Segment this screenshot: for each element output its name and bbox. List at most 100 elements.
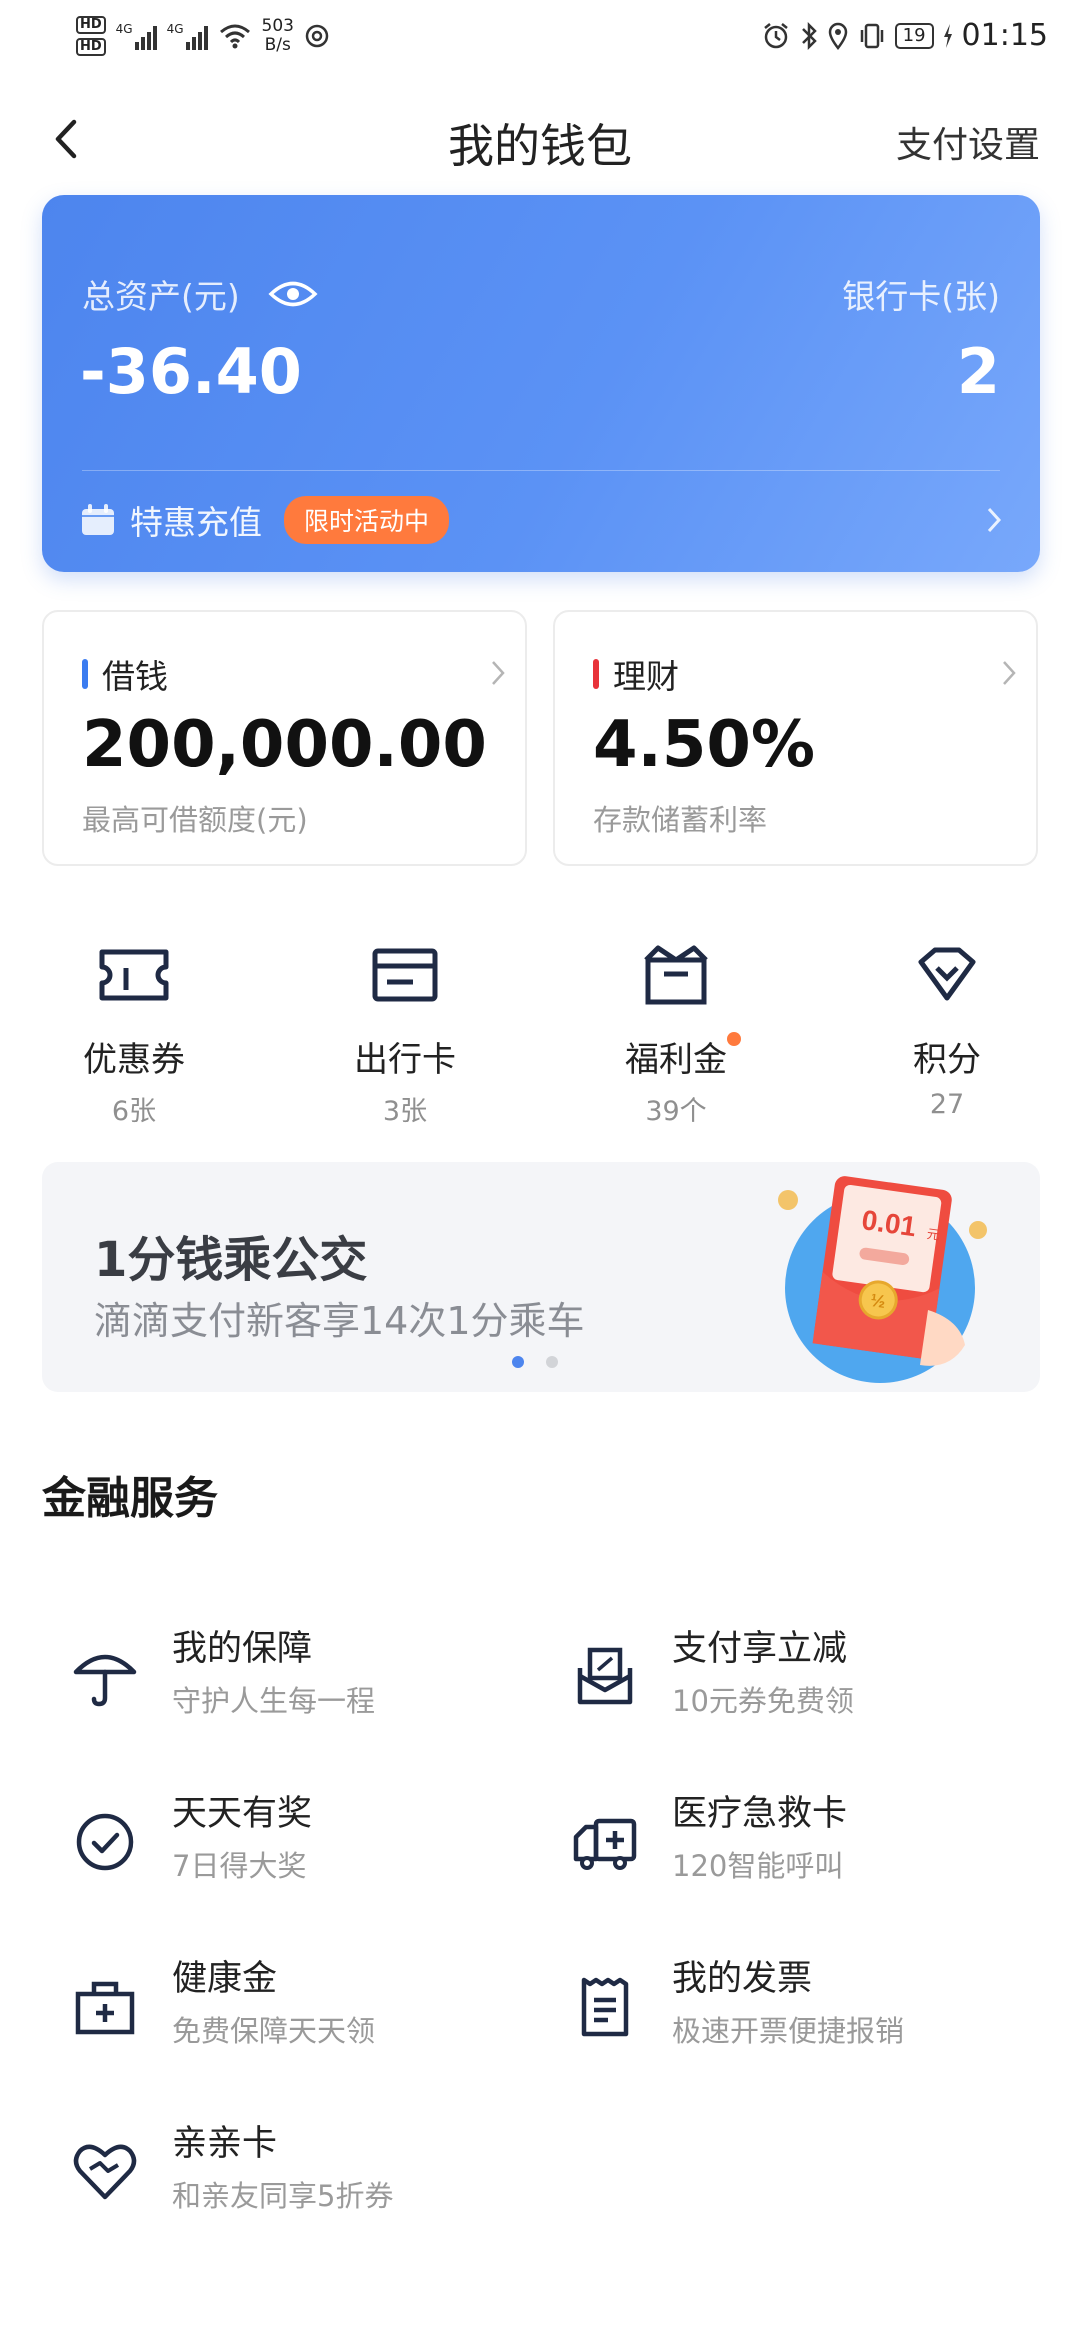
- signal-icon-1: 4G: [116, 22, 157, 50]
- bluetooth-icon: [801, 21, 817, 50]
- service-title: 亲亲卡: [172, 2124, 278, 2164]
- service-title: 我的发票: [672, 1959, 813, 1999]
- total-assets-value: -36.40: [80, 335, 302, 408]
- service-subtitle: 7日得大奖: [172, 1849, 307, 1883]
- signal-icon-2: 4G: [167, 22, 208, 50]
- vibrate-icon: [860, 23, 883, 48]
- envelope-discount-icon: [577, 1647, 633, 1705]
- points-label: 积分: [913, 1040, 981, 1080]
- status-left: HD HD 4G 4G 503 B/s: [76, 16, 332, 56]
- service-my-insurance[interactable]: 我的保障 守护人生每一程: [42, 1620, 522, 1740]
- service-family-card[interactable]: 亲亲卡 和亲友同享5折券: [42, 2115, 522, 2235]
- borrow-subtitle: 最高可借额度(元): [82, 803, 308, 837]
- service-title: 天天有奖: [172, 1794, 313, 1834]
- alarm-icon: [763, 22, 788, 48]
- borrow-tile-title: 借钱: [102, 657, 168, 696]
- signal-label-1: 4G: [115, 22, 133, 36]
- wealth-tile[interactable]: 理财 4.50% 存款储蓄利率: [553, 610, 1038, 866]
- hotspot-icon: [305, 24, 329, 48]
- coupons-label: 优惠券: [83, 1040, 185, 1080]
- quick-item-coupons[interactable]: 优惠券 6张: [34, 940, 234, 1128]
- check-circle-icon: [76, 1813, 134, 1871]
- financial-services-title: 金融服务: [42, 1473, 218, 1524]
- borrow-tile[interactable]: 借钱 200,000.00 最高可借额度(元): [42, 610, 527, 866]
- travel-card-label: 出行卡: [354, 1040, 456, 1080]
- wealth-subtitle: 存款储蓄利率: [593, 803, 768, 837]
- bank-card-label: 银行卡(张): [842, 277, 1000, 316]
- carousel-dots: [512, 1356, 558, 1368]
- carousel-dot[interactable]: [546, 1356, 558, 1368]
- service-title: 我的保障: [172, 1629, 313, 1669]
- borrow-amount: 200,000.00: [82, 708, 487, 782]
- pay-settings-link[interactable]: 支付设置: [896, 116, 1040, 168]
- service-subtitle: 极速开票便捷报销: [672, 2014, 905, 2048]
- wealth-tile-title: 理财: [613, 657, 679, 696]
- points-count: 27: [929, 1089, 965, 1120]
- clock: 01:15: [961, 18, 1048, 53]
- new-dot: [727, 1032, 741, 1046]
- borrow-tile-header: 借钱: [82, 650, 168, 698]
- asset-divider: [82, 470, 1000, 471]
- bank-card-count[interactable]: 2: [957, 335, 1000, 408]
- promo-recharge-row[interactable]: 特惠充值 限时活动中: [80, 495, 1004, 545]
- quick-entry-grid: 优惠券 6张 出行卡 3张 福利金 39个 积分 27: [0, 940, 1080, 1130]
- wealth-tile-header: 理财: [593, 650, 679, 698]
- hd-icon: HD HD: [76, 16, 106, 56]
- service-title: 健康金: [172, 1959, 278, 1999]
- quick-item-travel-card[interactable]: 出行卡 3张: [305, 940, 505, 1128]
- wealth-tile-accent: [593, 659, 599, 689]
- ambulance-icon: [573, 1818, 637, 1870]
- travel-card-count: 3张: [382, 1096, 428, 1127]
- asset-card[interactable]: 总资产(元) -36.40 银行卡(张) 2 特惠充值 限时活动中: [42, 195, 1040, 572]
- location-icon: [828, 22, 847, 50]
- net-speed-unit: B/s: [264, 35, 291, 55]
- net-speed: 503 B/s: [262, 17, 294, 55]
- welfare-count: 39个: [645, 1096, 707, 1127]
- service-health-fund[interactable]: 健康金 免费保障天天领: [42, 1950, 522, 2070]
- chevron-right-icon: [492, 661, 505, 685]
- promo-recharge-label: 特惠充值: [130, 503, 262, 542]
- chevron-right-icon: [1003, 661, 1016, 685]
- interest-rate: 4.50%: [593, 708, 816, 782]
- total-assets-label: 总资产(元): [82, 277, 240, 316]
- calendar-icon: [82, 504, 114, 535]
- medical-kit-icon: [75, 1981, 135, 2035]
- welfare-label-text: 福利金: [625, 1040, 727, 1080]
- gift-box-icon: [644, 945, 708, 1005]
- service-emergency-card[interactable]: 医疗急救卡 120智能呼叫: [542, 1785, 1022, 1905]
- service-pay-discount[interactable]: 支付享立减 10元券免费领: [542, 1620, 1022, 1740]
- service-title: 医疗急救卡: [672, 1794, 848, 1834]
- ticket-icon: [99, 949, 169, 1001]
- service-subtitle: 免费保障天天领: [172, 2014, 376, 2048]
- service-title: 支付享立减: [672, 1629, 848, 1669]
- banner-title: 1分钱乘公交: [94, 1232, 368, 1288]
- total-assets-label-row: 总资产(元): [82, 270, 318, 318]
- service-my-invoices[interactable]: 我的发票 极速开票便捷报销: [542, 1950, 1022, 2070]
- wifi-icon: [219, 24, 250, 49]
- promo-banner[interactable]: 1分钱乘公交 滴滴支付新客享14次1分乘车 0.01 元 ½: [42, 1162, 1040, 1392]
- nav-header: 我的钱包 支付设置: [0, 100, 1080, 180]
- charging-icon: [943, 23, 952, 48]
- battery-indicator: 19: [894, 22, 934, 49]
- diamond-icon: [918, 947, 976, 1001]
- envelope-unit-text: 元: [926, 1226, 941, 1243]
- service-subtitle: 10元券免费领: [672, 1684, 854, 1718]
- borrow-tile-accent: [82, 659, 88, 689]
- status-right: 19 01:15: [761, 18, 1048, 53]
- quick-item-welfare[interactable]: 福利金 39个: [576, 940, 776, 1128]
- quick-item-points[interactable]: 积分 27: [847, 940, 1047, 1120]
- limited-time-badge: 限时活动中: [284, 496, 450, 544]
- invoice-icon: [581, 1977, 629, 2037]
- signal-label-2: 4G: [166, 22, 184, 36]
- eye-icon[interactable]: [268, 277, 318, 311]
- red-envelope-illustration: 0.01 元 ½: [778, 1176, 987, 1383]
- service-daily-prize[interactable]: 天天有奖 7日得大奖: [42, 1785, 522, 1905]
- card-icon: [372, 948, 438, 1002]
- welfare-label: 福利金: [625, 1032, 741, 1081]
- service-subtitle: 120智能呼叫: [672, 1849, 844, 1883]
- net-speed-value: 503: [261, 16, 294, 36]
- carousel-dot-active[interactable]: [512, 1356, 524, 1368]
- status-bar: HD HD 4G 4G 503 B/s 19 01:15: [0, 0, 1080, 80]
- umbrella-icon: [73, 1654, 137, 1707]
- service-subtitle: 和亲友同享5折券: [172, 2179, 394, 2213]
